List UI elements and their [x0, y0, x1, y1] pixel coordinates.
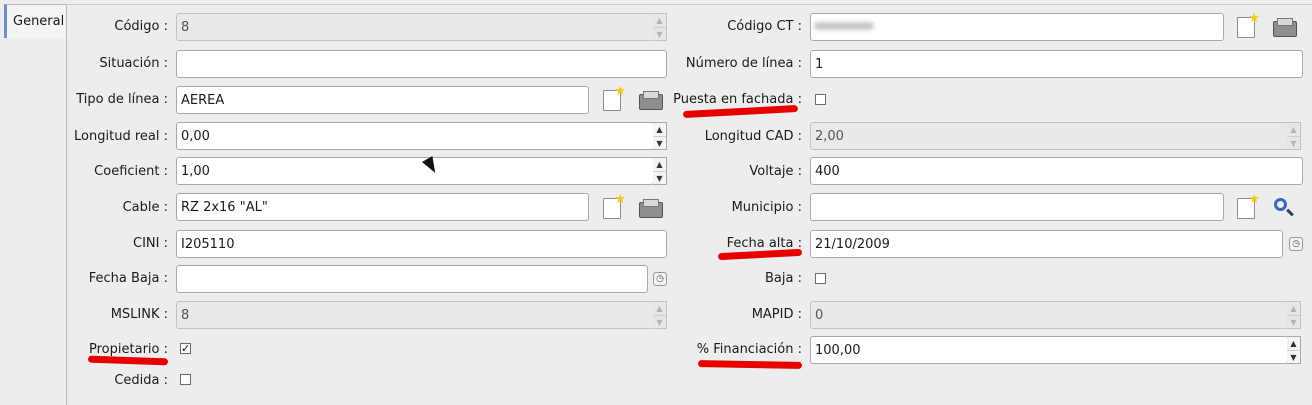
baja-label: Baja : [765, 271, 802, 286]
tab-general-label: General [13, 14, 65, 29]
mapid-label: MAPID : [751, 307, 802, 322]
fecha-baja-field[interactable] [176, 265, 648, 293]
voltaje-field[interactable] [810, 157, 1303, 185]
financiacion-spinner[interactable]: ▲ ▼ [1287, 336, 1301, 364]
coeficient-field[interactable] [176, 157, 654, 185]
longitud-real-field[interactable] [176, 122, 654, 150]
cini-field[interactable] [176, 230, 667, 258]
mslink-label: MSLINK : [110, 307, 168, 322]
tipo-linea-open-button[interactable] [638, 88, 663, 112]
codigo-ct-label: Código CT : [727, 19, 802, 34]
propietario-checkbox[interactable]: ✓ [180, 343, 191, 354]
tab-general[interactable]: General [4, 4, 66, 38]
tipo-linea-label: Tipo de línea : [76, 92, 168, 107]
longitud-cad-label: Longitud CAD : [704, 129, 802, 144]
cable-label: Cable : [122, 200, 168, 215]
codigo-spinner[interactable]: ▲ ▼ [653, 13, 667, 41]
redacted-value [814, 22, 874, 30]
municipio-label: Municipio : [731, 200, 802, 215]
voltaje-label: Voltaje : [749, 164, 802, 179]
folder-icon [639, 199, 663, 218]
financiacion-label: % Financiación : [696, 342, 802, 357]
new-document-icon [1237, 192, 1260, 219]
municipio-new-button[interactable] [1234, 192, 1260, 220]
folder-icon [1273, 18, 1297, 37]
new-document-icon [603, 84, 626, 111]
codigo-ct-new-button[interactable] [1234, 11, 1260, 39]
cini-label: CINI : [133, 236, 168, 251]
tipo-linea-new-button[interactable] [600, 84, 626, 112]
longitud-cad-spinner[interactable]: ▲ ▼ [1287, 122, 1301, 150]
mapid-field[interactable] [810, 301, 1288, 329]
cedida-checkbox[interactable] [180, 374, 191, 385]
puesta-fachada-checkbox[interactable] [815, 94, 826, 105]
fecha-baja-calendar-icon[interactable]: ◷ [653, 272, 667, 286]
new-document-icon [603, 192, 626, 219]
situacion-field[interactable] [176, 50, 667, 78]
coeficient-label: Coeficient : [94, 164, 168, 179]
fecha-alta-field[interactable] [810, 230, 1283, 258]
financiacion-field[interactable] [810, 336, 1288, 364]
mslink-field[interactable] [176, 301, 654, 329]
codigo-label: Código : [114, 19, 168, 34]
situacion-label: Situación : [99, 56, 168, 71]
baja-checkbox[interactable] [815, 273, 826, 284]
cable-new-button[interactable] [600, 192, 626, 220]
mapid-spinner[interactable]: ▲ ▼ [1287, 301, 1301, 329]
codigo-field[interactable] [176, 13, 654, 41]
municipio-field[interactable] [810, 193, 1224, 221]
cable-open-button[interactable] [638, 196, 663, 220]
cable-field[interactable] [176, 193, 589, 221]
tipo-linea-field[interactable] [176, 86, 589, 114]
longitud-real-spinner[interactable]: ▲ ▼ [653, 122, 667, 150]
folder-icon [639, 91, 663, 110]
longitud-real-label: Longitud real : [74, 129, 168, 144]
fecha-baja-label: Fecha Baja : [88, 271, 168, 286]
fecha-alta-calendar-icon[interactable]: ◷ [1289, 237, 1303, 251]
search-icon [1274, 198, 1287, 211]
cedida-label: Cedida : [114, 373, 168, 388]
municipio-search-button[interactable] [1272, 196, 1296, 220]
numero-linea-label: Número de línea : [685, 56, 802, 71]
coeficient-spinner[interactable]: ▲ ▼ [653, 157, 667, 185]
longitud-cad-field[interactable] [810, 122, 1288, 150]
numero-linea-field[interactable] [810, 50, 1303, 78]
new-document-icon [1237, 11, 1260, 38]
mslink-spinner[interactable]: ▲ ▼ [653, 301, 667, 329]
codigo-ct-open-button[interactable] [1272, 15, 1297, 39]
